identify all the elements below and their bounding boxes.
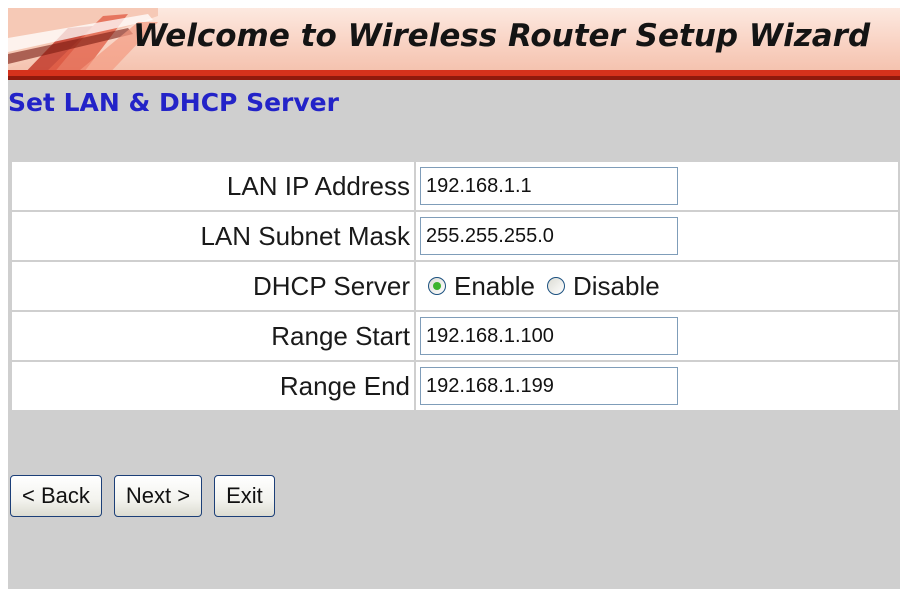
dhcp-server-cell: Enable Disable	[416, 262, 898, 310]
form-row-dhcp-server: DHCP Server Enable Disable	[12, 262, 898, 310]
form-row-subnet-mask: LAN Subnet Mask	[12, 212, 898, 260]
next-button[interactable]: Next >	[113, 475, 203, 517]
form-row-range-start: Range Start	[12, 312, 898, 360]
range-start-cell	[416, 312, 898, 360]
lan-ip-cell	[416, 162, 898, 210]
page-title: Set LAN & DHCP Server	[8, 88, 339, 117]
range-end-input[interactable]	[420, 367, 678, 405]
lan-ip-input[interactable]	[420, 167, 678, 205]
subnet-mask-cell	[416, 212, 898, 260]
dhcp-server-label: DHCP Server	[12, 262, 414, 310]
range-end-label: Range End	[12, 362, 414, 410]
subnet-mask-label: LAN Subnet Mask	[12, 212, 414, 260]
range-end-cell	[416, 362, 898, 410]
range-start-label: Range Start	[12, 312, 414, 360]
dhcp-enable-label[interactable]: Enable	[454, 271, 535, 302]
form-row-lan-ip: LAN IP Address	[12, 162, 898, 210]
exit-button[interactable]: Exit	[214, 475, 275, 517]
form-row-range-end: Range End	[12, 362, 898, 410]
dhcp-disable-label[interactable]: Disable	[573, 271, 660, 302]
dhcp-disable-radio[interactable]	[546, 277, 565, 295]
back-button[interactable]: < Back	[10, 475, 102, 517]
lan-dhcp-form: LAN IP Address LAN Subnet Mask DHCP Serv…	[10, 160, 900, 412]
wizard-button-row: < Back Next > Exit	[10, 475, 275, 517]
wizard-content: Set LAN & DHCP Server LAN IP Address LAN…	[8, 80, 900, 589]
lan-ip-label: LAN IP Address	[12, 162, 414, 210]
wizard-banner: Welcome to Wireless Router Setup Wizard	[8, 8, 900, 80]
dhcp-server-radio-group: Enable Disable	[420, 262, 898, 310]
range-start-input[interactable]	[420, 317, 678, 355]
subnet-mask-input[interactable]	[420, 217, 678, 255]
dhcp-enable-radio[interactable]	[428, 277, 446, 295]
banner-title: Welcome to Wireless Router Setup Wizard	[133, 18, 871, 54]
